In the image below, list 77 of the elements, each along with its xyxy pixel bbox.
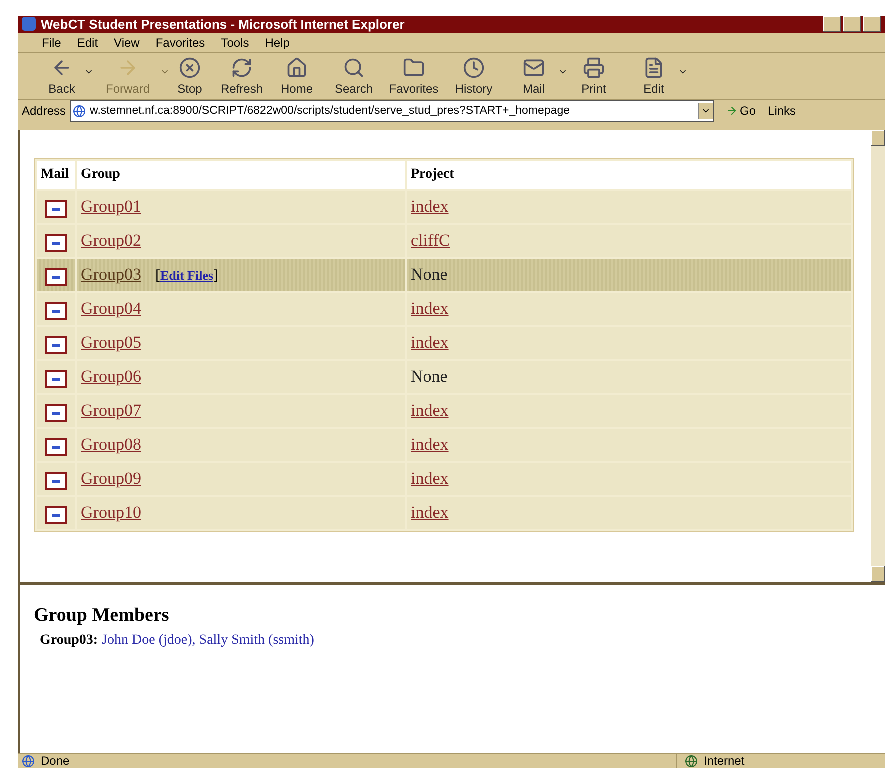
project-link[interactable]: index bbox=[411, 299, 449, 318]
group-link[interactable]: Group01 bbox=[81, 197, 142, 216]
home-icon bbox=[286, 56, 308, 79]
menu-item[interactable]: Tools bbox=[215, 34, 256, 52]
refresh-icon bbox=[231, 56, 253, 79]
go-button[interactable]: Go bbox=[718, 104, 764, 118]
group-link[interactable]: Group02 bbox=[81, 231, 142, 250]
maximize-button[interactable] bbox=[843, 16, 861, 32]
clock-icon bbox=[463, 56, 485, 79]
mail-icon[interactable] bbox=[45, 506, 67, 524]
stop-icon bbox=[179, 56, 201, 79]
right-arrow-icon bbox=[726, 105, 738, 117]
project-link[interactable]: index bbox=[411, 503, 449, 522]
column-header: Project bbox=[407, 161, 851, 189]
project-text: None bbox=[411, 367, 448, 386]
toolbar-button[interactable]: History bbox=[444, 56, 504, 96]
mail-icon[interactable] bbox=[45, 234, 67, 252]
group-link[interactable]: Group08 bbox=[81, 435, 142, 454]
close-button[interactable] bbox=[863, 16, 881, 32]
toolbar-button[interactable]: Print bbox=[564, 56, 624, 96]
menu-item[interactable]: Help bbox=[259, 34, 296, 52]
project-text: None bbox=[411, 265, 448, 284]
project-link[interactable]: index bbox=[411, 333, 449, 352]
menu-item[interactable]: File bbox=[36, 34, 68, 52]
members-link[interactable]: John Doe (jdoe), Sally Smith (ssmith) bbox=[102, 633, 314, 649]
mail-icon[interactable] bbox=[45, 404, 67, 422]
group-link[interactable]: Group09 bbox=[81, 469, 142, 488]
toolbar-button[interactable]: Search bbox=[324, 56, 384, 96]
project-link[interactable]: index bbox=[411, 401, 449, 420]
toolbar-button[interactable]: Stop bbox=[166, 56, 214, 96]
group-link[interactable]: Group06 bbox=[81, 367, 142, 386]
project-link[interactable]: index bbox=[411, 469, 449, 488]
menu-item[interactable]: Edit bbox=[71, 34, 104, 52]
printer-icon bbox=[583, 56, 605, 79]
mail-icon[interactable] bbox=[45, 302, 67, 320]
toolbar-button[interactable]: Home bbox=[270, 56, 324, 96]
scroll-down-button[interactable] bbox=[871, 566, 885, 582]
menu-item[interactable]: Favorites bbox=[150, 34, 212, 52]
folder-icon bbox=[403, 56, 425, 79]
toolbar-button[interactable]: Mail bbox=[504, 56, 564, 96]
zone-text: Internet bbox=[704, 754, 745, 768]
document-icon bbox=[643, 56, 665, 79]
search-icon bbox=[343, 56, 365, 79]
column-header: Mail bbox=[37, 161, 75, 189]
edit-files-link[interactable]: [Edit Files] bbox=[155, 268, 219, 284]
group-link[interactable]: Group10 bbox=[81, 503, 142, 522]
mail-icon[interactable] bbox=[45, 200, 67, 218]
mail-icon[interactable] bbox=[45, 268, 67, 286]
window-title: WebCT Student Presentations - Microsoft Internet Explorer bbox=[41, 16, 405, 32]
page-icon bbox=[73, 104, 86, 118]
links-label[interactable]: Links bbox=[768, 104, 796, 118]
members-heading: Group Members bbox=[34, 605, 170, 627]
project-link[interactable]: index bbox=[411, 435, 449, 454]
group-label: Group03: bbox=[40, 633, 98, 649]
mail-icon[interactable] bbox=[45, 336, 67, 354]
toolbar-button[interactable]: Refresh bbox=[214, 56, 270, 96]
mail-icon[interactable] bbox=[45, 472, 67, 490]
group-link[interactable]: Group03 bbox=[81, 265, 142, 284]
column-header: Group bbox=[77, 161, 405, 189]
toolbar-button[interactable]: Edit bbox=[624, 56, 684, 96]
menu-item[interactable]: View bbox=[108, 34, 146, 52]
page-icon bbox=[22, 754, 35, 768]
group-link[interactable]: Group05 bbox=[81, 333, 142, 352]
project-link[interactable]: index bbox=[411, 197, 449, 216]
globe-icon bbox=[685, 754, 698, 768]
status-text: Done bbox=[41, 754, 70, 768]
scroll-up-button[interactable] bbox=[871, 130, 885, 146]
mail-icon[interactable] bbox=[45, 370, 67, 388]
address-label: Address bbox=[22, 104, 66, 118]
toolbar-button[interactable]: Back bbox=[34, 56, 90, 96]
address-field[interactable]: w.stemnet.nf.ca:8900/SCRIPT/6822w00/scripts/student/serve_stud_pres?START+_homepage bbox=[70, 100, 714, 122]
minimize-button[interactable] bbox=[823, 16, 841, 32]
mail-icon[interactable] bbox=[45, 438, 67, 456]
group-link[interactable]: Group04 bbox=[81, 299, 142, 318]
toolbar-button[interactable]: Favorites bbox=[384, 56, 444, 96]
group-link[interactable]: Group07 bbox=[81, 401, 142, 420]
project-link[interactable]: cliffC bbox=[411, 231, 450, 250]
